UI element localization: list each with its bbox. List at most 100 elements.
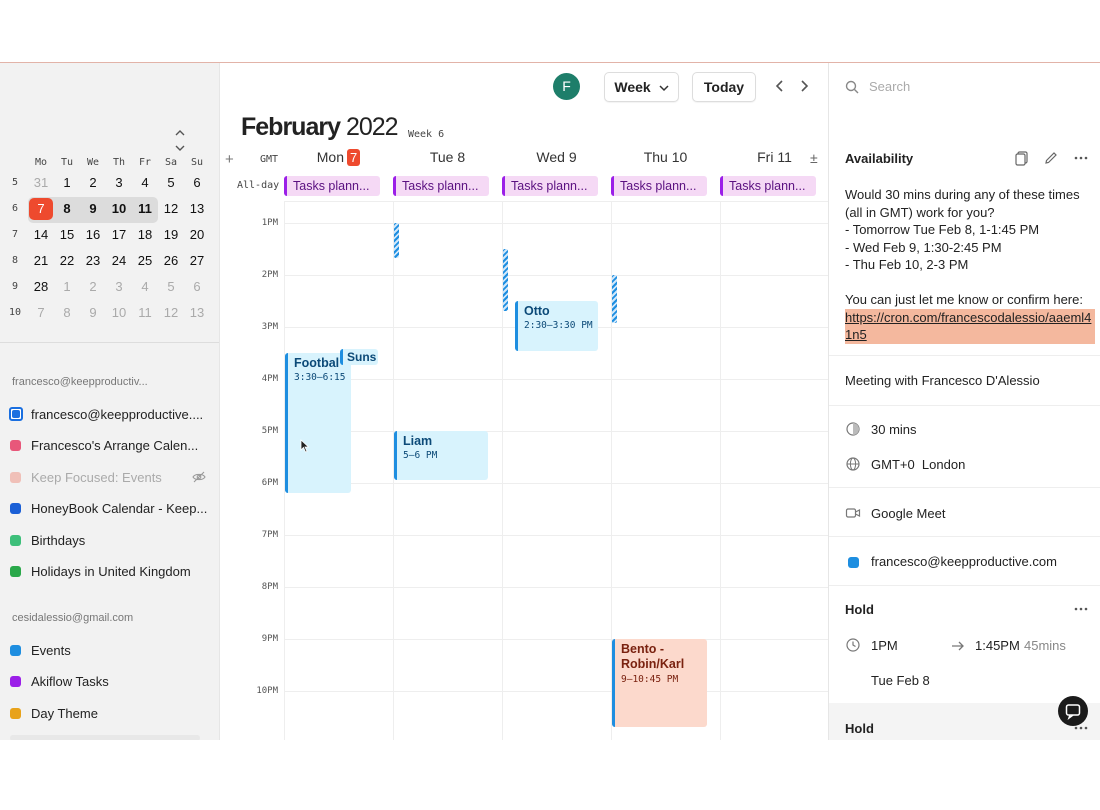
mini-calendar-day[interactable]: 8 [55, 302, 79, 324]
more-icon[interactable] [1073, 601, 1089, 617]
mini-calendar-day[interactable]: 31 [29, 172, 53, 194]
mini-calendar-day[interactable]: 17 [107, 224, 131, 246]
calendar-list-item[interactable]: Birthdays [10, 529, 210, 551]
mini-calendar-day[interactable]: 13 [185, 302, 209, 324]
chevron-left-icon[interactable] [771, 77, 789, 95]
mini-calendar-day[interactable]: 2 [81, 172, 105, 194]
calendar-list-item[interactable]: Francesco's Arrange Calen... [10, 435, 210, 457]
task-chip[interactable]: Tasks plann... [502, 176, 598, 196]
mini-calendar-day[interactable]: 10 [107, 302, 131, 324]
mini-calendar-day[interactable]: 12 [159, 302, 183, 324]
task-chip[interactable]: Tasks plann... [284, 176, 380, 196]
search-field[interactable]: Search [845, 79, 910, 94]
mini-calendar-day[interactable]: 7 [29, 198, 53, 220]
mini-calendar-day[interactable]: 21 [29, 250, 53, 272]
task-chip[interactable]: Tasks plann... [611, 176, 707, 196]
day-header-mon[interactable]: Mon 7 [284, 149, 393, 171]
duration-value[interactable]: 30 mins [871, 422, 917, 437]
availability-slot[interactable] [503, 249, 508, 311]
event-suns[interactable]: Suns [340, 349, 378, 365]
availability-slot[interactable] [394, 223, 399, 258]
mini-calendar-day[interactable]: 15 [55, 224, 79, 246]
time-grid[interactable]: 1PM 2PM 3PM 4PM 5PM 6PM 7PM 8PM 9PM 10PM Footbal … [220, 201, 828, 740]
mini-calendar-day[interactable]: 20 [185, 224, 209, 246]
today-button[interactable]: Today [692, 72, 756, 102]
mini-calendar-day[interactable]: 28 [29, 276, 53, 298]
mini-calendar-day[interactable]: 12 [159, 198, 183, 220]
mini-calendar-day[interactable]: 2 [81, 276, 105, 298]
mini-calendar-day[interactable]: 16 [81, 224, 105, 246]
calendar-color-swatch[interactable] [10, 676, 21, 687]
mini-calendar-day[interactable]: 10 [107, 198, 131, 220]
week-number[interactable]: 10 [8, 307, 22, 318]
chevron-up-icon[interactable] [168, 125, 192, 140]
week-number[interactable]: 8 [8, 255, 22, 266]
calendar-color-swatch[interactable] [9, 407, 23, 421]
hold-date[interactable]: Tue Feb 8 [871, 673, 930, 688]
event-football[interactable]: Footbal 3:30–6:15 [285, 353, 351, 493]
mini-calendar-day[interactable]: 13 [185, 198, 209, 220]
mini-calendar-day[interactable]: 24 [107, 250, 131, 272]
mini-calendar-day[interactable]: 1 [55, 172, 79, 194]
calendar-list-item[interactable]: Day Theme [10, 702, 210, 724]
mini-calendar-day[interactable]: 11 [133, 302, 157, 324]
chat-button[interactable] [1058, 696, 1088, 726]
eye-off-icon[interactable] [192, 470, 206, 484]
mini-calendar-day[interactable]: 6 [185, 276, 209, 298]
mini-calendar-day[interactable]: 1 [55, 276, 79, 298]
mini-calendar-day[interactable]: 8 [55, 198, 79, 220]
chevron-right-icon[interactable] [795, 77, 813, 95]
week-number[interactable]: 5 [8, 177, 22, 188]
task-chip[interactable]: Tasks plann... [720, 176, 816, 196]
availability-slot[interactable] [612, 275, 617, 323]
calendar-color-swatch[interactable] [10, 440, 21, 451]
mini-calendar-day[interactable]: 14 [29, 224, 53, 246]
calendar-list-item[interactable]: HoneyBook Calendar - Keep... [10, 498, 210, 520]
calendar-account-value[interactable]: francesco@keepproductive.com [871, 554, 1057, 569]
calendar-color-swatch[interactable] [10, 707, 21, 719]
avatar[interactable]: F [553, 73, 580, 100]
edit-icon[interactable] [1043, 150, 1059, 166]
add-calendar-button[interactable]: + [225, 151, 234, 168]
week-number[interactable]: 9 [8, 281, 22, 292]
mini-calendar-day[interactable]: 26 [159, 250, 183, 272]
calendar-color-swatch[interactable] [10, 503, 21, 514]
mini-calendar-day[interactable]: 9 [81, 198, 105, 220]
mini-calendar-day[interactable]: 3 [107, 276, 131, 298]
calendar-color-swatch[interactable] [10, 644, 21, 656]
calendar-list-item[interactable]: Akiflow Tasks [10, 671, 210, 693]
mini-calendar-day[interactable]: 23 [81, 250, 105, 272]
event-liam[interactable]: Liam 5–6 PM [394, 431, 488, 480]
event-otto[interactable]: Otto 2:30–3:30 PM [515, 301, 598, 351]
view-selector-button[interactable]: Week [604, 72, 679, 102]
copy-icon[interactable] [1014, 150, 1030, 166]
more-icon[interactable] [1073, 150, 1089, 166]
mini-calendar-day[interactable]: 22 [55, 250, 79, 272]
calendar-list-item[interactable]: Holidays in United Kingdom [10, 561, 210, 583]
mini-calendar-day[interactable]: 27 [185, 250, 209, 272]
calendar-color-swatch[interactable] [10, 471, 21, 483]
mini-calendar-day[interactable]: 6 [185, 172, 209, 194]
mini-calendar-day[interactable]: 4 [133, 276, 157, 298]
meeting-title[interactable]: Meeting with Francesco D'Alessio [845, 373, 1040, 388]
mini-calendar-day[interactable]: 25 [133, 250, 157, 272]
mini-calendar-day[interactable]: 19 [159, 224, 183, 246]
week-number[interactable]: 6 [8, 203, 22, 214]
mini-calendar-day[interactable]: 4 [133, 172, 157, 194]
calendar-color-swatch[interactable] [10, 566, 21, 577]
event-bento[interactable]: Bento - Robin/Karl 9–10:45 PM [612, 639, 707, 727]
mini-calendar-day[interactable]: 5 [159, 276, 183, 298]
calendar-list-item[interactable]: francesco@keepproductive.... [9, 403, 210, 425]
booking-link[interactable]: https://cron.com/francescodalessio/aaeml… [845, 308, 1095, 344]
hold-start-time[interactable]: 1PM [871, 638, 898, 653]
timezone-value[interactable]: GMT+0 London [871, 457, 965, 472]
mini-calendar-day[interactable]: 11 [133, 198, 157, 220]
calendar-list-item[interactable]: Events [10, 639, 210, 661]
mini-calendar-day[interactable]: 3 [107, 172, 131, 194]
week-number[interactable]: 7 [8, 229, 22, 240]
mini-calendar-day[interactable]: 7 [29, 302, 53, 324]
expand-days-button[interactable]: ± [810, 150, 818, 166]
mini-calendar-day[interactable]: 9 [81, 302, 105, 324]
hold-end-time[interactable]: 1:45PM [975, 638, 1020, 653]
day-header-wed[interactable]: Wed 9 [502, 149, 611, 171]
